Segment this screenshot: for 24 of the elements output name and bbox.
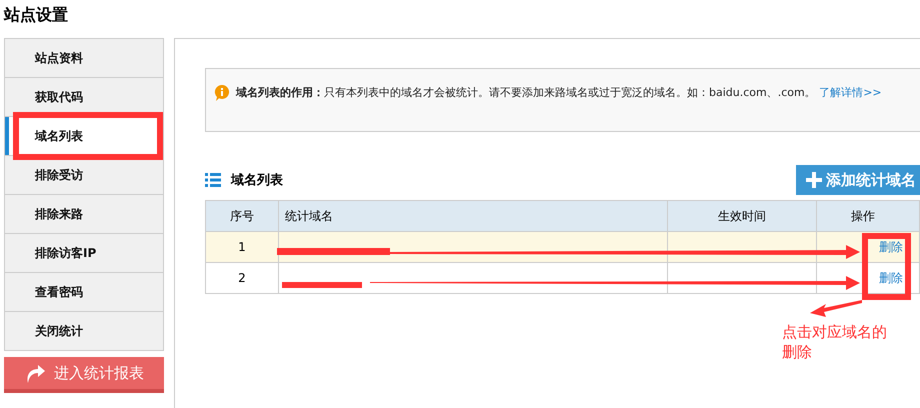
page-title: 站点设置 (2, 4, 69, 26)
notice-text: 域名列表的作用：只有本列表中的域名才会被统计。请不要添加来路域名或过于宽泛的域名。如：baidu.com、.com。 了解详情>> (236, 85, 882, 101)
action-link[interactable]: 删除 (879, 240, 903, 254)
column-header: 生效时间 (718, 208, 766, 222)
highlight-frame (862, 233, 911, 300)
plus-icon (806, 172, 822, 188)
sidebar-item[interactable]: 关闭统计 (5, 312, 163, 351)
column-header: 序号 (230, 208, 254, 222)
sidebar-item[interactable]: 排除来路 (5, 195, 163, 234)
action-link[interactable]: 删除 (879, 270, 903, 284)
column-header: 操作 (851, 208, 875, 222)
sidebar-item[interactable]: 排除访客IP (5, 234, 163, 273)
section-title: 域名列表 (231, 172, 283, 189)
sidebar-item[interactable]: 查看密码 (5, 273, 163, 312)
list-icon (205, 173, 221, 187)
learn-more-link[interactable]: 了解详情>> (819, 86, 882, 99)
annotation-text: 点击对应域名的删除 (782, 322, 888, 362)
sidebar-item[interactable]: 站点资料 (5, 39, 163, 78)
info-icon (214, 85, 230, 102)
sidebar-item[interactable]: 排除受访 (5, 156, 163, 195)
column-header: 统计域名 (285, 208, 333, 222)
table-cell: 2 (238, 271, 246, 285)
table-cell: 1 (238, 240, 246, 254)
annotation-arrow (810, 300, 862, 317)
